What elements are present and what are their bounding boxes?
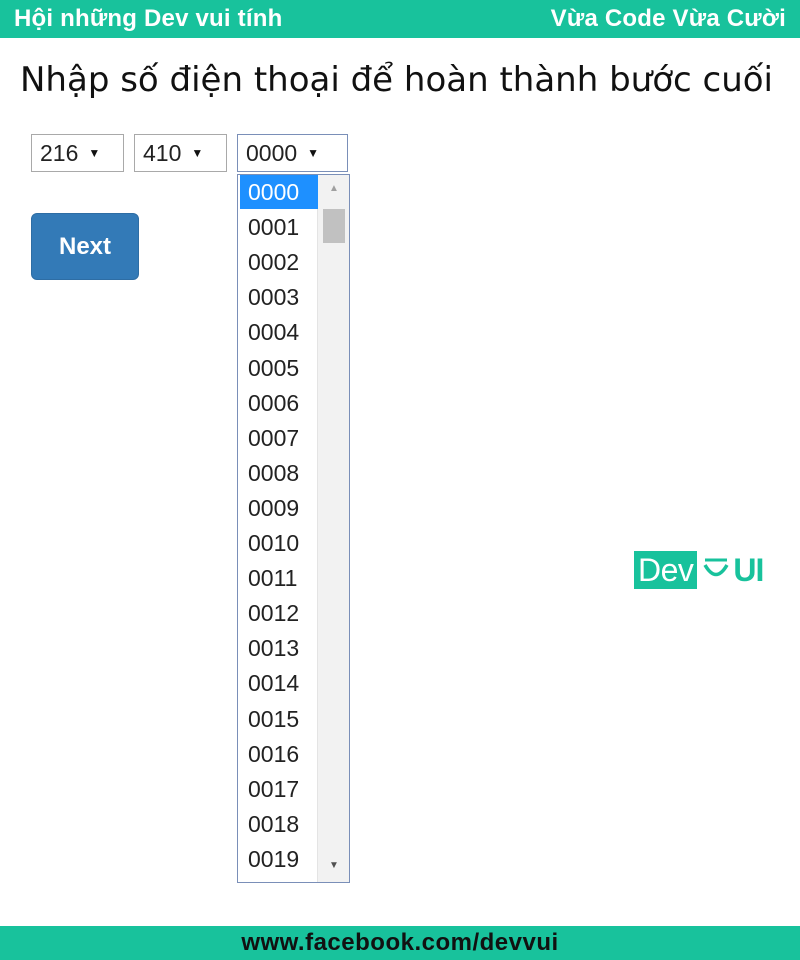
scroll-up-icon[interactable]: ▲ [318, 179, 349, 199]
dropdown-option[interactable]: 0018 [240, 807, 318, 841]
next-button[interactable]: Next [31, 213, 139, 280]
dropdown-option[interactable]: 0005 [240, 351, 318, 385]
dropdown-option[interactable]: 0004 [240, 315, 318, 349]
scroll-down-icon[interactable]: ▼ [318, 856, 349, 876]
dropdown-option[interactable]: 0001 [240, 210, 318, 244]
dropdown-option[interactable]: 0019 [240, 842, 318, 876]
caret-down-icon: ▼ [88, 146, 101, 160]
smile-icon [701, 554, 731, 587]
dropdown-option[interactable]: 0009 [240, 491, 318, 525]
area-code-value: 216 [40, 139, 79, 166]
dropdown-option[interactable]: 0000 [240, 175, 318, 209]
dropdown-option[interactable]: 0016 [240, 737, 318, 771]
logo-ui-text: UI [733, 551, 764, 588]
line-number-value: 0000 [246, 139, 298, 166]
line-number-select[interactable]: 0000 ▼ [237, 134, 348, 172]
top-banner: Hội những Dev vui tính Vừa Code Vừa Cười [0, 0, 800, 38]
caret-down-icon: ▼ [191, 146, 204, 160]
prefix-value: 410 [143, 139, 182, 166]
dropdown-option[interactable]: 0006 [240, 386, 318, 420]
dropdown-option[interactable]: 0012 [240, 596, 318, 630]
area-code-select[interactable]: 216 ▼ [31, 134, 124, 172]
dropdown-option[interactable]: 0017 [240, 772, 318, 806]
banner-right-text: Vừa Code Vừa Cười [550, 5, 786, 32]
dropdown-option[interactable]: 0008 [240, 456, 318, 490]
dropdown-scrollbar[interactable]: ▲ ▼ [317, 175, 349, 882]
dropdown-option[interactable]: 0003 [240, 280, 318, 314]
caret-down-icon: ▼ [307, 146, 320, 160]
dropdown-option[interactable]: 0013 [240, 631, 318, 665]
footer-bar: www.facebook.com/devvui [0, 926, 800, 960]
dropdown-option[interactable]: 0014 [240, 666, 318, 700]
prefix-select[interactable]: 410 ▼ [134, 134, 227, 172]
logo-dev-text: Dev [634, 551, 698, 589]
line-number-dropdown-list[interactable]: ▲ ▼ 0000 0001 0002 0003 0004 0005 0006 0007 0008… [237, 174, 350, 883]
footer-link[interactable]: www.facebook.com/devvui [241, 929, 558, 957]
page-title: Nhập số điện thoại để hoàn thành bước cu… [20, 60, 773, 100]
dropdown-option[interactable]: 0002 [240, 245, 318, 279]
banner-left-text: Hội những Dev vui tính [14, 5, 283, 32]
devvui-logo: Dev UI [634, 550, 764, 590]
dropdown-option[interactable]: 0011 [240, 561, 318, 595]
dropdown-option[interactable]: 0010 [240, 526, 318, 560]
dropdown-option[interactable]: 0015 [240, 702, 318, 736]
dropdown-option[interactable]: 0007 [240, 421, 318, 455]
scrollbar-thumb[interactable] [323, 209, 345, 243]
